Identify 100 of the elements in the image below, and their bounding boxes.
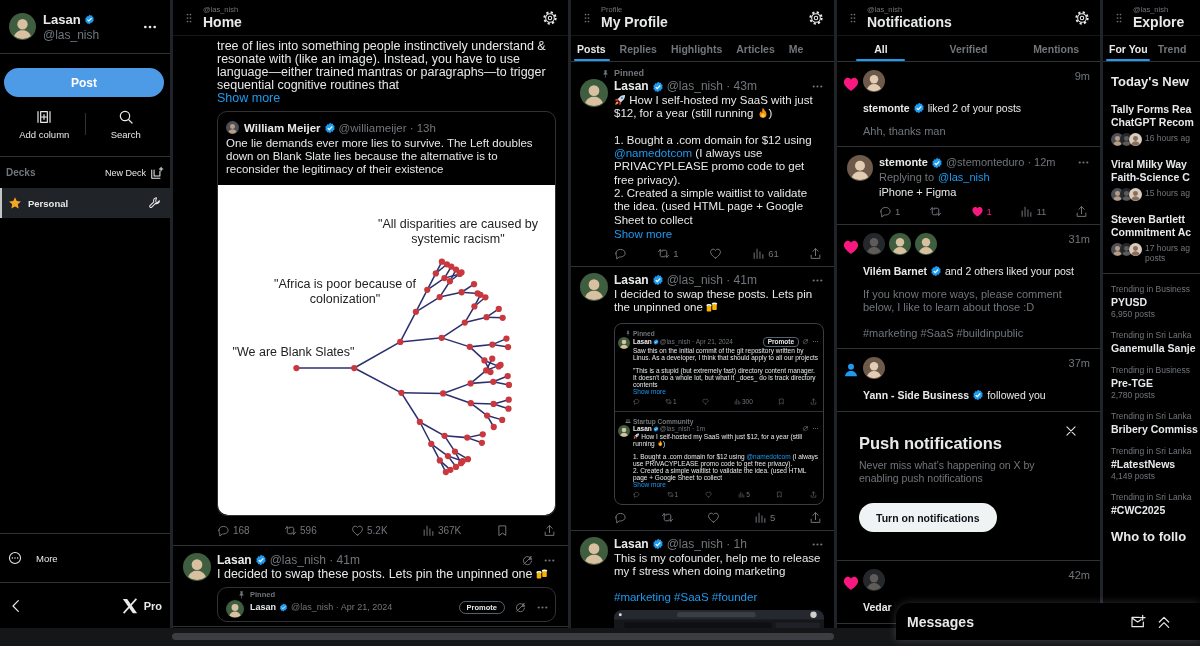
hashtag-link[interactable]: #SaaS — [674, 591, 709, 604]
avatar[interactable] — [863, 70, 885, 92]
mention-link[interactable]: @las_nish — [938, 171, 990, 183]
bar-chart-icon[interactable] — [752, 246, 766, 260]
tab[interactable]: Trend — [1152, 36, 1192, 61]
stat-count: 1 — [986, 206, 992, 217]
tab[interactable]: Articles — [729, 36, 782, 61]
author-name[interactable]: Lasan — [614, 272, 649, 288]
new-message-icon[interactable] — [1130, 613, 1146, 630]
avatar[interactable] — [226, 599, 244, 618]
deck-item[interactable]: Personal — [0, 188, 170, 218]
avatar[interactable] — [580, 536, 608, 565]
repost-icon[interactable] — [657, 246, 671, 260]
trend-name[interactable]: #LatestNews — [1111, 457, 1200, 471]
share-icon[interactable] — [1074, 205, 1088, 218]
reply-icon[interactable] — [614, 510, 627, 524]
tab[interactable]: Me — [781, 36, 811, 61]
repost-icon[interactable] — [284, 523, 297, 537]
mention-link[interactable]: @namedotcom — [614, 147, 693, 160]
repost-icon[interactable] — [928, 205, 942, 218]
show-more-link[interactable]: Show more — [614, 227, 673, 240]
tab[interactable]: Highlights — [663, 36, 730, 61]
avatar[interactable] — [9, 13, 36, 40]
diagram-label: "We are Blank Slates" — [231, 344, 356, 360]
trend-name[interactable]: PYUSD — [1111, 295, 1200, 309]
avatar[interactable] — [863, 357, 885, 379]
avatar[interactable] — [226, 121, 239, 134]
pro-button[interactable]: Pro — [120, 596, 162, 615]
avatar[interactable] — [618, 336, 630, 349]
trend-context: Trending in Business — [1111, 365, 1192, 376]
reply-icon[interactable] — [217, 523, 230, 537]
close-icon[interactable] — [1064, 424, 1078, 438]
turn-on-notifications-button[interactable]: Turn on notifications — [859, 503, 997, 532]
headline-text[interactable]: Steven Bartlett — [1111, 213, 1200, 226]
reply-icon[interactable] — [879, 205, 892, 218]
avatar[interactable] — [889, 233, 911, 255]
scrollbar-thumb[interactable] — [172, 633, 834, 640]
circle-slash-icon[interactable] — [521, 553, 534, 567]
trend-name[interactable]: Ganemulla Sanje — [1111, 341, 1200, 355]
tab[interactable]: Verified — [924, 36, 1013, 61]
trend-name[interactable]: Pre-TGE — [1111, 376, 1200, 390]
post-text: This is my cofounder, help me to release my f stress when doing marketing — [614, 551, 822, 579]
avatar[interactable] — [847, 155, 873, 181]
avatar[interactable] — [1129, 133, 1142, 146]
author-name[interactable]: William Meijer — [244, 121, 321, 134]
heart-icon[interactable] — [707, 510, 721, 524]
settings-icon[interactable] — [808, 9, 824, 26]
quoted-post-card[interactable] — [217, 111, 556, 516]
author-name[interactable]: stemonte — [879, 155, 928, 170]
add-column-button[interactable]: Add column — [4, 109, 85, 140]
avatar[interactable] — [580, 79, 608, 107]
author-name[interactable]: Lasan — [614, 536, 649, 552]
trend-context: Trending in Sri Lanka — [1111, 411, 1193, 422]
messages-drawer[interactable]: Messages — [896, 603, 1200, 640]
more-button[interactable]: More — [0, 533, 170, 582]
avatar[interactable] — [183, 552, 211, 581]
circle-slash-icon[interactable] — [802, 338, 809, 346]
hashtag-link[interactable]: #founder — [711, 591, 758, 604]
hashtag-link[interactable]: #marketing — [614, 591, 671, 604]
share-icon[interactable] — [809, 510, 822, 524]
share-icon[interactable] — [542, 523, 556, 537]
avatar[interactable] — [915, 233, 937, 255]
tab[interactable]: For You — [1103, 36, 1153, 61]
settings-icon[interactable] — [542, 9, 558, 26]
circle-slash-icon[interactable] — [802, 425, 809, 433]
headline-text[interactable]: Viral Milky Way — [1111, 158, 1200, 171]
headline-text[interactable]: Faith-Science C — [1111, 171, 1200, 184]
avatar[interactable] — [580, 272, 608, 301]
share-icon[interactable] — [809, 246, 822, 260]
tab[interactable]: Mentions — [1012, 36, 1100, 61]
bar-chart-icon[interactable] — [421, 523, 435, 537]
tab[interactable]: Posts — [571, 36, 613, 61]
bar-chart-icon[interactable] — [754, 510, 767, 524]
author-name[interactable]: Lasan — [250, 599, 276, 615]
headline-text[interactable]: Commitment Ac — [1111, 226, 1200, 239]
rocket-icon — [633, 433, 640, 440]
trend-name[interactable]: #CWC2025 — [1111, 503, 1200, 517]
headline-text[interactable]: ChatGPT Recom — [1111, 116, 1200, 129]
heart-icon[interactable] — [351, 523, 365, 537]
repost-icon[interactable] — [660, 510, 674, 524]
avatar[interactable] — [1129, 243, 1142, 256]
heart-icon[interactable] — [970, 205, 984, 218]
settings-icon[interactable] — [1074, 9, 1090, 26]
search-button[interactable]: Search — [85, 109, 166, 140]
bar-chart-icon[interactable] — [1020, 205, 1034, 218]
new-deck-button[interactable]: New Deck — [105, 165, 164, 180]
post-meta: @las_nish · 41m — [269, 552, 360, 568]
avatar[interactable] — [1129, 188, 1142, 201]
author-name[interactable]: Lasan — [614, 79, 649, 94]
tab[interactable]: All — [837, 36, 925, 61]
avatar[interactable] — [618, 424, 630, 437]
tab[interactable]: Replies — [612, 36, 664, 61]
wrench-icon[interactable] — [148, 196, 162, 210]
headline-text[interactable]: Tally Forms Rea — [1111, 103, 1200, 116]
circle-slash-icon[interactable] — [514, 600, 527, 614]
show-more-link[interactable]: Show more — [217, 91, 281, 105]
author-name[interactable]: Lasan — [217, 552, 252, 568]
reply-icon[interactable] — [614, 246, 627, 260]
trend-name[interactable]: Bribery Commiss — [1111, 422, 1200, 436]
heart-icon[interactable] — [708, 246, 722, 260]
